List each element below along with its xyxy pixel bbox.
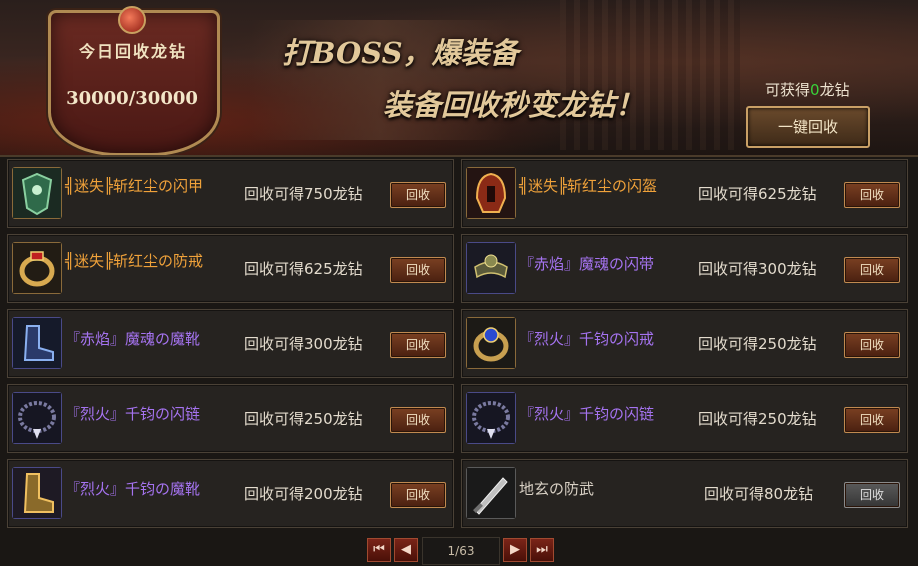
item-reward: 回收可得300龙钻 bbox=[244, 335, 363, 353]
recycle-button[interactable]: 回收 bbox=[390, 257, 446, 283]
item-reward: 回收可得625龙钻 bbox=[244, 260, 363, 278]
item-name: 『赤焰』魔魂の闪带 bbox=[519, 255, 655, 273]
item-name: ╣迷失╠斩红尘の闪盔 bbox=[519, 177, 658, 195]
gain-suffix: 龙钻 bbox=[819, 81, 850, 99]
recycle-button[interactable]: 回收 bbox=[390, 182, 446, 208]
sword-icon bbox=[466, 467, 516, 519]
first-page-button[interactable]: ⏮ bbox=[367, 538, 391, 562]
quota-value: 30000/30000 bbox=[66, 88, 198, 109]
item-reward: 回收可得200龙钻 bbox=[244, 485, 363, 503]
recycle-button[interactable]: 回收 bbox=[390, 482, 446, 508]
necklace-icon bbox=[466, 392, 516, 444]
gem-icon bbox=[118, 6, 146, 34]
helmet-icon bbox=[466, 167, 516, 219]
item-reward: 回收可得250龙钻 bbox=[698, 410, 817, 428]
slogan-line-1: 打BOSS，爆装备 bbox=[282, 36, 519, 70]
item-name: ╣迷失╠斩红尘の闪甲 bbox=[65, 177, 204, 195]
item-card: 『烈火』千钧の魔靴 回收可得200龙钻 回收 bbox=[7, 459, 454, 528]
item-card: 『烈火』千钧の闪戒 回收可得250龙钻 回收 bbox=[461, 309, 908, 378]
item-name: 『烈火』千钧の闪戒 bbox=[519, 330, 655, 348]
recycle-button[interactable]: 回收 bbox=[390, 407, 446, 433]
item-name: ╣迷失╠斩红尘の防戒 bbox=[65, 252, 204, 270]
slogan-line-2: 装备回收秒变龙钻！ bbox=[383, 88, 645, 122]
page-indicator: 1/63 bbox=[422, 537, 500, 565]
quota-title: 今日回收龙钻 bbox=[78, 42, 187, 61]
item-card: ╣迷失╠斩红尘の闪甲 回收可得750龙钻 回收 bbox=[7, 159, 454, 228]
last-page-button[interactable]: ⏭ bbox=[530, 538, 554, 562]
item-card: 『赤焰』魔魂の魔靴 回收可得300龙钻 回收 bbox=[7, 309, 454, 378]
ring-icon bbox=[12, 242, 62, 294]
item-name: 『烈火』千钧の闪链 bbox=[519, 405, 655, 423]
item-reward: 回收可得750龙钻 bbox=[244, 185, 363, 203]
item-name: 地玄の防武 bbox=[519, 480, 595, 498]
item-card: 『烈火』千钧の闪链 回收可得250龙钻 回收 bbox=[7, 384, 454, 453]
boots-icon bbox=[12, 317, 62, 369]
ring-icon bbox=[466, 317, 516, 369]
recycle-button[interactable]: 回收 bbox=[844, 482, 900, 508]
item-name: 『赤焰』魔魂の魔靴 bbox=[65, 330, 201, 348]
necklace-icon bbox=[12, 392, 62, 444]
prev-page-button[interactable]: ◀ bbox=[394, 538, 418, 562]
item-reward: 回收可得625龙钻 bbox=[698, 185, 817, 203]
recycle-button[interactable]: 回收 bbox=[390, 332, 446, 358]
next-page-button[interactable]: ▶ bbox=[503, 538, 527, 562]
recycle-button[interactable]: 回收 bbox=[844, 182, 900, 208]
item-reward: 回收可得250龙钻 bbox=[244, 410, 363, 428]
item-name: 『烈火』千钧の魔靴 bbox=[65, 480, 201, 498]
recycle-button[interactable]: 回收 bbox=[844, 407, 900, 433]
item-card: 地玄の防武 回收可得80龙钻 回收 bbox=[461, 459, 908, 528]
boots-icon bbox=[12, 467, 62, 519]
armor-icon bbox=[12, 167, 62, 219]
gain-prefix: 可获得 bbox=[765, 81, 811, 99]
item-reward: 回收可得250龙钻 bbox=[698, 335, 817, 353]
gain-text: 可获得0龙钻 bbox=[765, 79, 850, 100]
item-card: ╣迷失╠斩红尘の闪盔 回收可得625龙钻 回收 bbox=[461, 159, 908, 228]
item-reward: 回收可得300龙钻 bbox=[698, 260, 817, 278]
item-grid: ╣迷失╠斩红尘の闪甲 回收可得750龙钻 回收 ╣迷失╠斩红尘の闪盔 回收可得6… bbox=[0, 155, 918, 531]
recycle-all-button[interactable]: 一键回收 bbox=[746, 106, 870, 148]
recycle-button[interactable]: 回收 bbox=[844, 257, 900, 283]
gain-amount: 0 bbox=[810, 81, 820, 99]
item-name: 『烈火』千钧の闪链 bbox=[65, 405, 201, 423]
recycle-banner: 今日回收龙钻 30000/30000 打BOSS，爆装备 装备回收秒变龙钻！ 可… bbox=[0, 0, 918, 157]
item-card: ╣迷失╠斩红尘の防戒 回收可得625龙钻 回收 bbox=[7, 234, 454, 303]
pagination: ⏮ ◀ 1/63 ▶ ⏭ bbox=[0, 535, 918, 566]
item-card: 『烈火』千钧の闪链 回收可得250龙钻 回收 bbox=[461, 384, 908, 453]
item-card: 『赤焰』魔魂の闪带 回收可得300龙钻 回收 bbox=[461, 234, 908, 303]
recycle-button[interactable]: 回收 bbox=[844, 332, 900, 358]
item-reward: 回收可得80龙钻 bbox=[704, 485, 814, 503]
banner-building-art bbox=[560, 0, 740, 150]
belt-icon bbox=[466, 242, 516, 294]
